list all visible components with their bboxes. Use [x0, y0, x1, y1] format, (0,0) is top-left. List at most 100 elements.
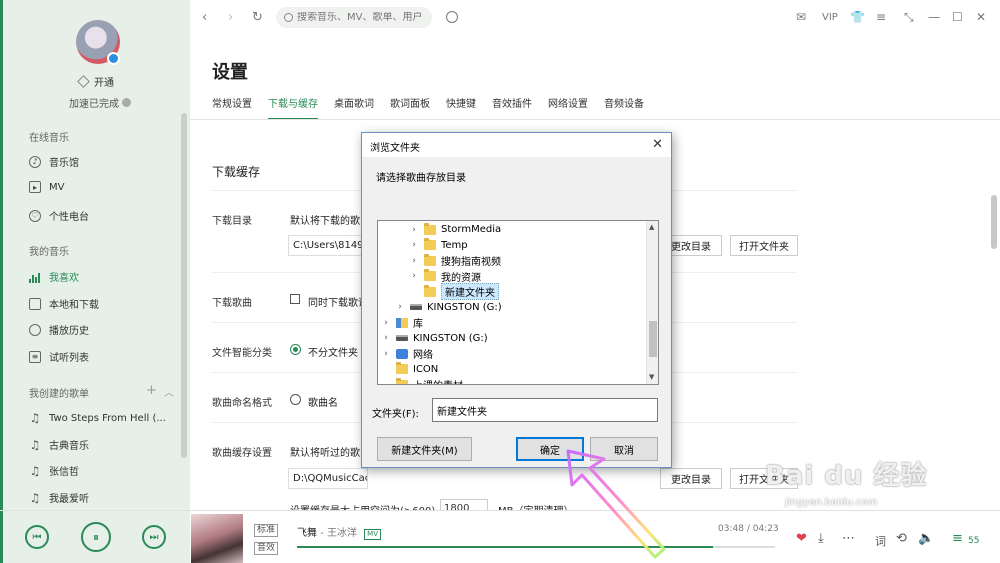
tree-item[interactable]: › 库	[382, 315, 423, 330]
expand-chevron-icon[interactable]: ›	[382, 333, 390, 343]
artist-name[interactable]: 王冰洋	[327, 528, 357, 539]
tab-general[interactable]: 常规设置	[212, 95, 252, 120]
download-icon[interactable]: ⤓	[818, 531, 824, 546]
back-icon[interactable]: ‹	[202, 10, 207, 25]
tree-item[interactable]: 新建文件夹	[410, 283, 499, 300]
expand-chevron-icon[interactable]: ›	[382, 349, 390, 359]
folder-icon	[396, 377, 408, 384]
cache-desc: 默认将听过的歌	[290, 448, 360, 459]
mv-badge[interactable]: MV	[364, 529, 381, 540]
playlist-item[interactable]: ♫ Two Steps From Hell (...	[29, 411, 179, 425]
settings-scrollbar[interactable]	[991, 195, 997, 249]
close-icon[interactable]: ✕	[976, 10, 986, 24]
album-cover[interactable]	[191, 514, 243, 563]
previous-icon[interactable]: ⏮	[25, 525, 49, 549]
playlist-item[interactable]: ♫ 我最爱听	[29, 490, 179, 506]
music-note-icon: ♫	[29, 411, 41, 425]
folder-icon	[424, 238, 436, 250]
skin-icon[interactable]: 👕	[850, 10, 865, 24]
open-folder-button[interactable]: 打开文件夹	[730, 235, 798, 256]
tab-sound-plugins[interactable]: 音效插件	[492, 95, 532, 120]
sidebar-item-music-hall[interactable]: ♪ 音乐馆	[29, 154, 179, 169]
collapse-chevron-icon[interactable]: ︿	[164, 384, 174, 399]
add-playlist-icon[interactable]: +	[146, 383, 157, 398]
tab-audio-device[interactable]: 音频设备	[604, 95, 644, 120]
minimize-icon[interactable]: —	[928, 10, 940, 24]
no-folder-option: 不分文件夹	[308, 348, 358, 359]
tree-item[interactable]: › 网络	[382, 346, 433, 361]
cache-path-field[interactable]: D:\QQMusicCache\	[288, 468, 368, 489]
effect-tag[interactable]: 音效	[254, 542, 279, 555]
sidebar-item-trial-list[interactable]: ≡ 试听列表	[29, 349, 179, 364]
search-input[interactable]	[297, 12, 427, 23]
tree-item[interactable]: ICON	[382, 362, 438, 377]
sidebar-item-radio[interactable]: ♡ 个性电台	[29, 208, 179, 223]
expand-chevron-icon[interactable]: ›	[410, 271, 418, 281]
vip-link[interactable]: VIP	[822, 12, 838, 23]
tab-lyrics-panel[interactable]: 歌词面板	[390, 95, 430, 120]
scroll-down-icon[interactable]: ▼	[649, 373, 654, 381]
volume-icon[interactable]: 🔈	[918, 531, 934, 546]
tree-scroll-thumb[interactable]	[649, 321, 657, 357]
new-folder-button[interactable]: 新建文件夹(M)	[377, 437, 472, 461]
smart-classify-label: 文件智能分类	[212, 348, 272, 359]
music-note-icon: ♫	[29, 437, 41, 452]
tree-item[interactable]: › Temp	[410, 238, 468, 253]
tree-item[interactable]: › StormMedia	[410, 222, 501, 237]
expand-chevron-icon[interactable]: ›	[410, 225, 418, 235]
expand-chevron-icon[interactable]: ›	[410, 256, 418, 266]
tree-item[interactable]: › KINGSTON (G:)	[396, 300, 501, 315]
download-dir-desc: 默认将下载的歌	[290, 216, 360, 227]
sidebar-scrollbar[interactable]	[181, 113, 187, 458]
folder-name-input[interactable]	[432, 398, 658, 422]
quality-tag[interactable]: 标准	[254, 524, 279, 537]
playlist-item[interactable]: ♫ 张信哲	[29, 463, 179, 479]
maximize-icon[interactable]: ☐	[952, 10, 963, 24]
tree-item[interactable]: 上课的素材	[382, 377, 463, 384]
mini-mode-icon[interactable]: ⤡	[904, 10, 914, 25]
playlist-item[interactable]: ♫ 古典音乐	[29, 437, 179, 453]
recognize-icon[interactable]	[446, 11, 458, 23]
expand-chevron-icon[interactable]: ›	[396, 302, 404, 312]
tree-scrollbar[interactable]: ▲ ▼	[646, 221, 658, 384]
sidebar-item-local-download[interactable]: 本地和下载	[29, 296, 179, 311]
sidebar-item-history[interactable]: 播放历史	[29, 322, 179, 337]
tree-item[interactable]: › KINGSTON (G:)	[382, 331, 487, 346]
scroll-up-icon[interactable]: ▲	[649, 223, 654, 231]
like-heart-icon[interactable]: ❤	[796, 531, 807, 546]
tab-shortcuts[interactable]: 快捷键	[446, 95, 476, 120]
playlist-icon[interactable]: ≡	[952, 531, 963, 546]
download-lyrics-checkbox[interactable]	[290, 294, 300, 304]
player-bar: ⏮ ⏸ ⏭ 标准 音效 飞舞 - 王冰洋 MV 03:48 / 04:23 ❤ …	[0, 510, 1000, 563]
settings-menu-icon[interactable]: ≡	[876, 10, 886, 24]
music-note-icon: ♫	[29, 463, 41, 478]
open-vip-link[interactable]: 开通	[77, 74, 114, 89]
next-icon[interactable]: ⏭	[142, 525, 166, 549]
lyrics-button[interactable]: 词	[875, 533, 886, 549]
sidebar-item-favorites[interactable]: 我喜欢	[29, 269, 179, 284]
cache-setting-label: 歌曲缓存设置	[212, 448, 272, 459]
mail-icon[interactable]: ✉	[796, 10, 806, 24]
no-folder-radio[interactable]	[290, 344, 301, 355]
loop-icon[interactable]: ⟲	[896, 531, 907, 546]
expand-chevron-icon[interactable]: ›	[382, 318, 390, 328]
song-name-radio[interactable]	[290, 394, 301, 405]
search-box[interactable]	[276, 7, 432, 28]
progress-bar[interactable]	[297, 546, 775, 548]
tree-item[interactable]: › 我的资源	[410, 269, 481, 284]
song-title[interactable]: 飞舞	[297, 528, 317, 539]
pause-icon[interactable]: ⏸	[81, 522, 111, 552]
tab-network[interactable]: 网络设置	[548, 95, 588, 120]
sidebar-item-mv[interactable]: ▸ MV	[29, 181, 179, 193]
tree-item[interactable]: › 搜狗指南视频	[410, 253, 501, 268]
more-icon[interactable]: ⋯	[842, 531, 855, 546]
tab-desktop-lyrics[interactable]: 桌面歌词	[334, 95, 374, 120]
dialog-close-icon[interactable]: ✕	[652, 137, 663, 152]
expand-chevron-icon[interactable]: ›	[410, 240, 418, 250]
folder-tree[interactable]: 上课的素材ICON›网络›KINGSTON (G:)›库›KINGSTON (G…	[377, 220, 659, 385]
refresh-icon[interactable]: ↻	[252, 10, 263, 25]
tab-download-cache[interactable]: 下载与缓存	[268, 95, 318, 120]
dialog-titlebar[interactable]: 浏览文件夹 ✕	[362, 133, 671, 157]
download-path-field[interactable]: C:\Users\8149	[288, 235, 368, 256]
forward-icon[interactable]: ›	[228, 10, 233, 25]
